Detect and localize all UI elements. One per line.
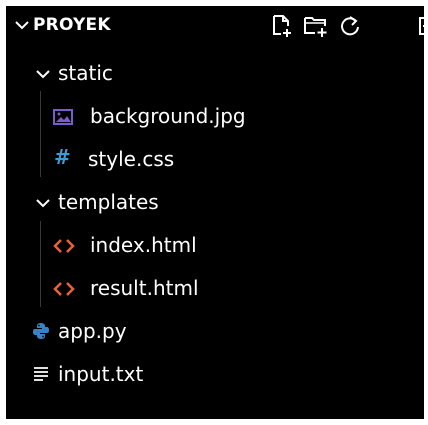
- tree-folder-label: static: [58, 61, 113, 85]
- explorer-panel: PROYEK static background.jpg # style.css…: [6, 6, 424, 419]
- chevron-down-icon: [36, 70, 50, 79]
- tree-folder-static[interactable]: static: [6, 53, 424, 93]
- tree-file-index-html[interactable]: index.html: [6, 225, 424, 265]
- tree-file-style-css[interactable]: # style.css: [6, 139, 424, 179]
- tree-file-label: style.css: [88, 147, 175, 171]
- chevron-down-icon: [36, 199, 50, 208]
- html-file-icon: [53, 282, 75, 296]
- explorer-header[interactable]: PROYEK: [6, 6, 424, 46]
- tree-folder-label: templates: [58, 190, 159, 214]
- chevron-down-icon[interactable]: [13, 16, 31, 34]
- explorer-title: PROYEK: [33, 15, 111, 35]
- tree-file-input-txt[interactable]: input.txt: [6, 354, 424, 394]
- refresh-icon[interactable]: [336, 12, 364, 40]
- tree-file-label: app.py: [58, 319, 127, 343]
- screenshot-frame: PROYEK static background.jpg # style.css…: [0, 0, 428, 425]
- tree-file-result-html[interactable]: result.html: [6, 268, 424, 308]
- tree-folder-templates[interactable]: templates: [6, 182, 424, 222]
- tree-file-label: result.html: [90, 276, 199, 300]
- python-file-icon: [33, 323, 49, 339]
- collapse-all-icon[interactable]: [414, 12, 424, 40]
- css-file-icon: #: [54, 145, 71, 169]
- new-file-icon[interactable]: [268, 12, 296, 40]
- tree-file-app-py[interactable]: app.py: [6, 311, 424, 351]
- text-file-icon: [34, 367, 48, 381]
- image-file-icon: [53, 109, 73, 125]
- tree-file-background-jpg[interactable]: background.jpg: [6, 96, 424, 136]
- tree-file-label: input.txt: [58, 362, 144, 386]
- html-file-icon: [53, 239, 75, 253]
- tree-file-label: index.html: [90, 233, 197, 257]
- tree-file-label: background.jpg: [90, 104, 246, 128]
- new-folder-icon[interactable]: [302, 12, 330, 40]
